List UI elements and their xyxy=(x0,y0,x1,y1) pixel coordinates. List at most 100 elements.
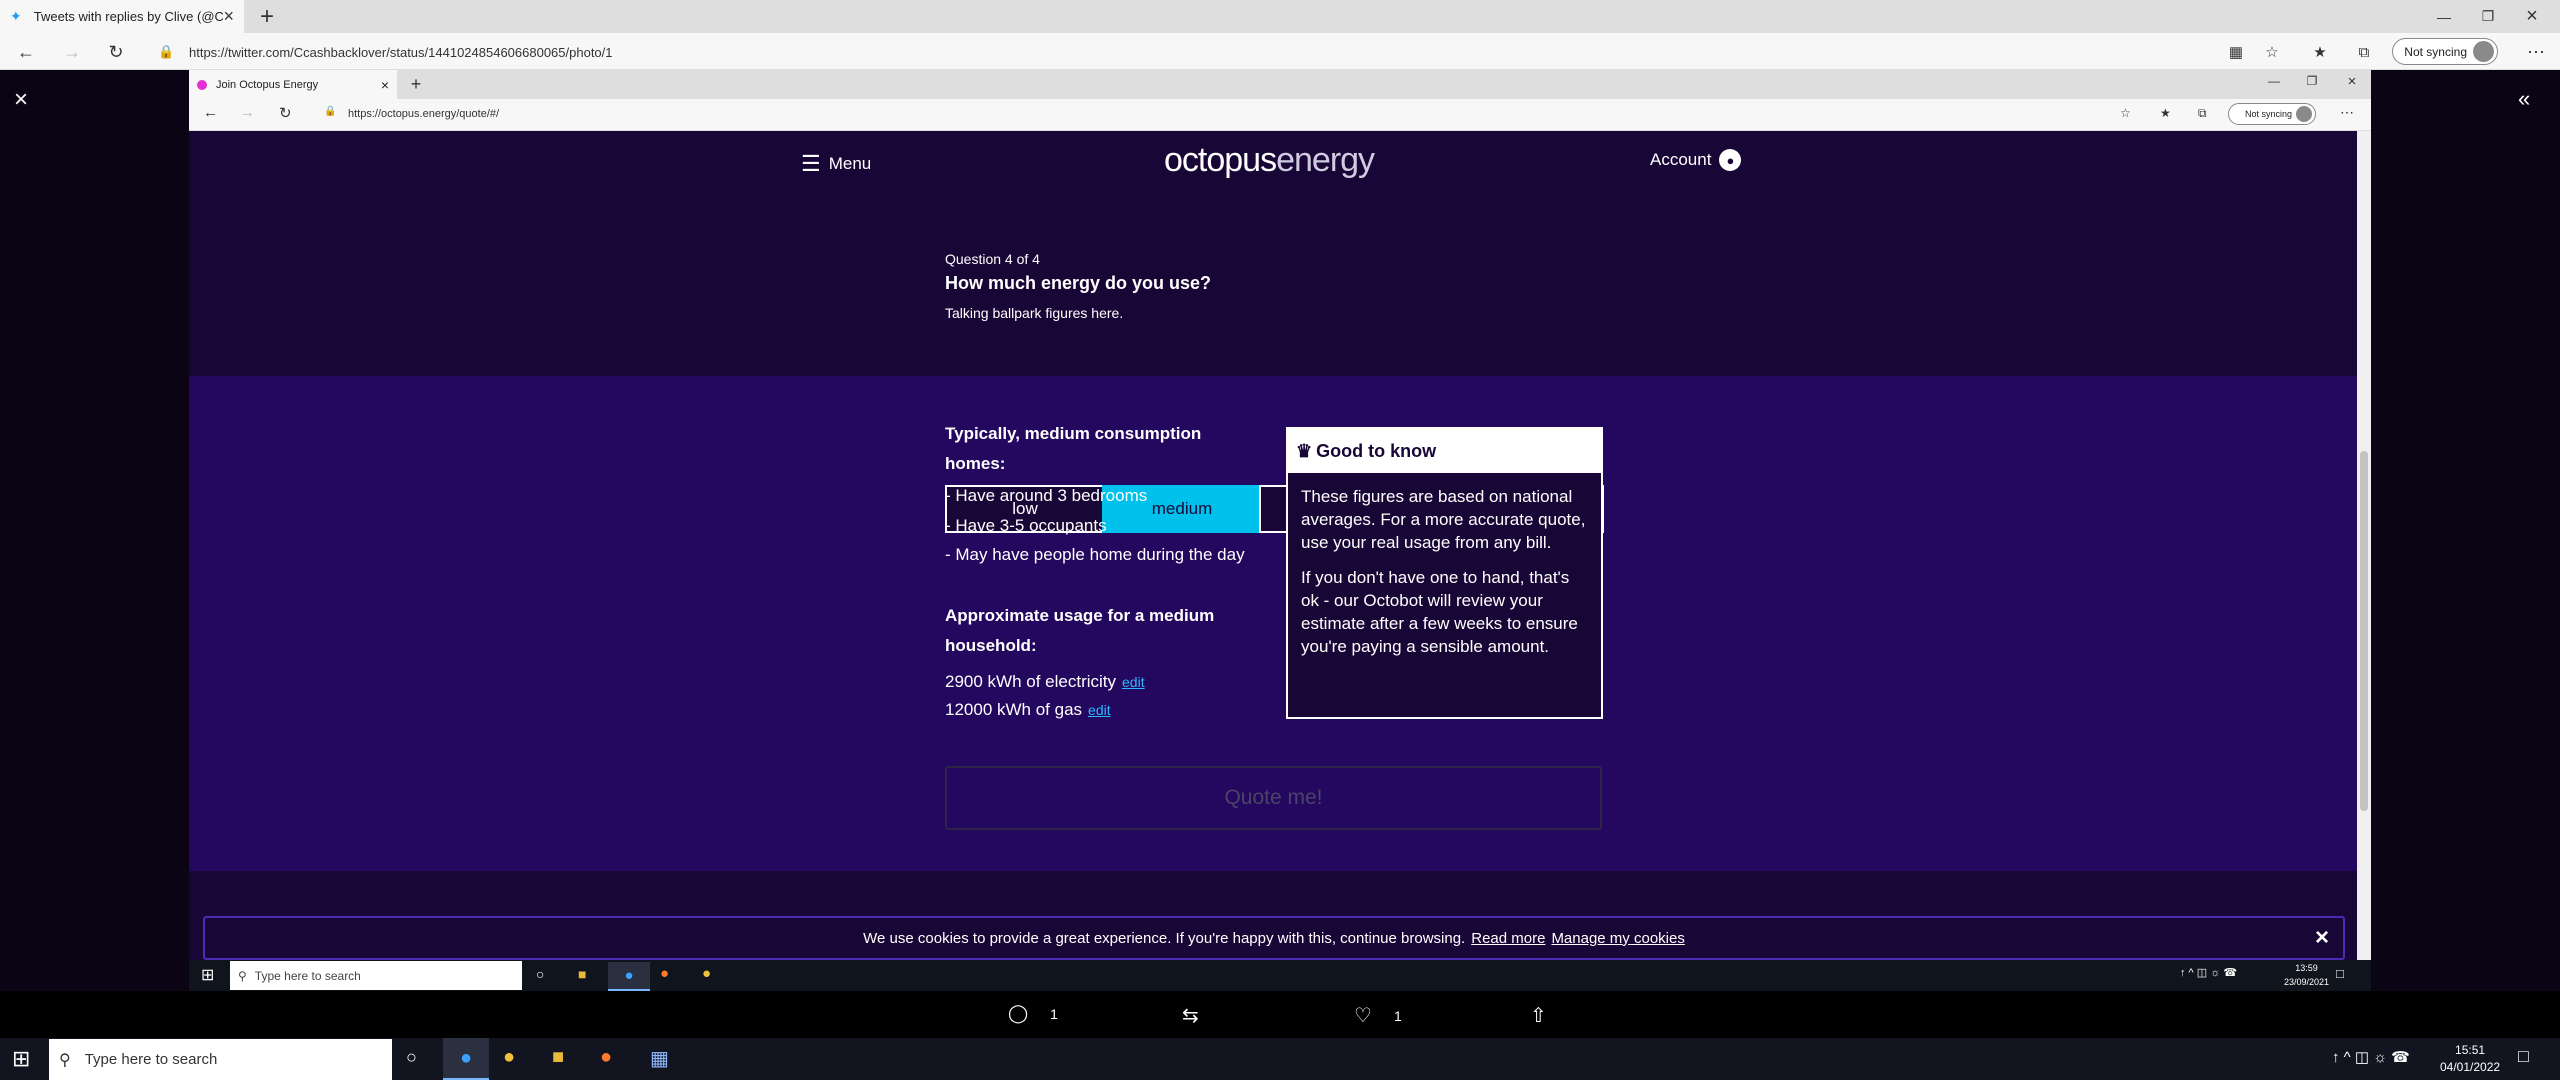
close-icon[interactable]: × xyxy=(223,6,234,27)
inner-search-box[interactable]: ⚲ Type here to search xyxy=(230,961,522,990)
expand-icon[interactable]: « xyxy=(2518,86,2530,112)
typical-item: - May have people home during the day xyxy=(945,545,1245,564)
new-tab-button[interactable]: + xyxy=(252,0,282,33)
share-icon[interactable]: ⇧ xyxy=(1530,1003,1547,1028)
inner-close-icon[interactable]: × xyxy=(381,77,389,93)
inner-window-close-icon[interactable]: × xyxy=(2330,70,2374,92)
sync-status-button[interactable]: Not syncing xyxy=(2392,38,2498,65)
cortana-icon[interactable]: ○ xyxy=(406,1047,417,1068)
calculator-icon[interactable]: ▦ xyxy=(650,1046,669,1071)
electricity-value: 2900 kWh of electricity xyxy=(945,672,1117,691)
cookie-read-more-link[interactable]: Read more xyxy=(1471,930,1545,947)
good-to-know-text-2: If you don't have one to hand, that's ok… xyxy=(1301,568,1578,656)
close-photo-icon[interactable]: × xyxy=(14,86,28,114)
inner-new-tab-button[interactable]: + xyxy=(404,70,428,99)
logo-light-text: energy xyxy=(1276,141,1375,179)
apps-icon[interactable]: ▦ xyxy=(2222,38,2250,66)
inner-refresh-icon[interactable]: ↻ xyxy=(279,104,292,122)
outer-tab-twitter[interactable]: ✦ Tweets with replies by Clive (@C × xyxy=(0,0,244,33)
user-icon: ● xyxy=(1719,149,1742,171)
inner-notification-icon[interactable]: □ xyxy=(2336,966,2344,981)
question-counter: Question 4 of 4 xyxy=(945,251,1040,267)
inner-favorites-icon[interactable]: ★ xyxy=(2160,106,2171,120)
forward-icon[interactable]: → xyxy=(58,38,86,66)
inner-start-icon[interactable]: ⊞ xyxy=(201,965,214,985)
cookie-close-icon[interactable]: × xyxy=(2315,924,2329,952)
more-icon[interactable]: ⋯ xyxy=(2522,38,2550,66)
inner-more-icon[interactable]: ⋯ xyxy=(2340,104,2354,121)
tray-icons[interactable]: ↑ ^ ◫ ☼ ☎ xyxy=(2332,1048,2410,1066)
collections-icon[interactable]: ⧉ xyxy=(2350,38,2378,66)
edit-gas-link[interactable]: edit xyxy=(1088,695,1111,725)
account-button[interactable]: Account ● xyxy=(1650,149,1742,171)
explorer-icon[interactable]: ■ xyxy=(552,1046,564,1069)
inner-forward-icon[interactable]: → xyxy=(240,104,255,121)
search-icon: ⚲ xyxy=(59,1051,71,1069)
good-to-know-text-1: These figures are based on national aver… xyxy=(1301,487,1586,552)
edit-electricity-link[interactable]: edit xyxy=(1122,667,1145,697)
logo-bold-text: octopus xyxy=(1164,141,1277,179)
typical-heading: Typically, medium consumption homes: xyxy=(945,424,1202,473)
inner-search-icon: ⚲ xyxy=(238,968,247,983)
inner-collections-icon[interactable]: ⧉ xyxy=(2198,106,2207,121)
inner-explorer-icon[interactable]: ■ xyxy=(578,966,586,982)
notification-icon[interactable]: □ xyxy=(2518,1046,2529,1067)
typical-item: - Have around 3 bedrooms xyxy=(945,486,1148,505)
lock-icon: 🔒 xyxy=(158,44,175,59)
inner-edge-taskbar-button[interactable]: ● xyxy=(608,962,650,991)
heart-icon: ♡ xyxy=(1354,1005,1372,1027)
back-icon[interactable]: ← xyxy=(12,38,40,66)
inner-favorite-add-icon[interactable]: ☆ xyxy=(2120,106,2131,120)
inner-restore-icon[interactable]: ❐ xyxy=(2290,70,2334,92)
question-title: How much energy do you use? xyxy=(945,273,1212,293)
outer-tab-bar xyxy=(0,0,2560,33)
edge-taskbar-button[interactable]: ● xyxy=(443,1038,489,1080)
inner-profile-avatar xyxy=(2296,106,2312,122)
reply-button[interactable]: ◯ 1 xyxy=(1008,1003,1058,1024)
outer-url[interactable]: https://twitter.com/Ccashbacklover/statu… xyxy=(189,45,613,60)
inner-back-icon[interactable]: ← xyxy=(203,104,218,121)
good-to-know-panel: ♛ Good to know These figures are based o… xyxy=(1286,427,1603,719)
octopus-site: ☰ Menu octopusenergy Account ● Question … xyxy=(189,131,2357,960)
like-count: 1 xyxy=(1393,1007,1402,1024)
favorites-icon[interactable]: ★ xyxy=(2306,38,2334,66)
clock[interactable]: 15:51 04/01/2022 xyxy=(2440,1042,2500,1076)
inner-tray-icons[interactable]: ↑ ^ ◫ ☼ ☎ xyxy=(2180,966,2237,979)
inner-sync-status-button[interactable]: Not syncing xyxy=(2228,103,2316,125)
twitter-icon: ✦ xyxy=(10,8,22,24)
inner-chrome-icon[interactable]: ● xyxy=(702,965,711,982)
good-to-know-title: Good to know xyxy=(1316,440,1437,461)
edge-icon: ● xyxy=(459,1047,473,1069)
profile-avatar xyxy=(2473,41,2494,62)
retweet-icon[interactable]: ⇆ xyxy=(1182,1003,1199,1028)
inner-tab-octopus[interactable]: Join Octopus Energy × xyxy=(189,70,397,99)
inner-firefox-icon[interactable]: ● xyxy=(660,965,669,982)
reply-count: 1 xyxy=(1050,1005,1058,1022)
gas-value: 12000 kWh of gas xyxy=(945,700,1083,719)
restore-icon[interactable]: ❐ xyxy=(2466,0,2510,33)
inner-clock[interactable]: 13:59 23/09/2021 xyxy=(2284,961,2329,989)
inner-address-bar xyxy=(189,99,2371,131)
inner-scrollbar-thumb[interactable] xyxy=(2360,451,2368,811)
menu-button[interactable]: ☰ Menu xyxy=(801,151,871,177)
chrome-icon[interactable]: ● xyxy=(503,1046,515,1069)
inner-scrollbar[interactable] xyxy=(2357,131,2371,960)
minimize-icon[interactable]: — xyxy=(2422,0,2466,33)
favorite-add-icon[interactable]: ☆ xyxy=(2258,38,2286,66)
window-close-icon[interactable]: × xyxy=(2510,0,2554,33)
inner-url[interactable]: https://octopus.energy/quote/#/ xyxy=(348,108,499,120)
cookie-manage-link[interactable]: Manage my cookies xyxy=(1551,930,1684,947)
start-icon[interactable]: ⊞ xyxy=(12,1046,30,1072)
quote-me-button[interactable]: Quote me! xyxy=(945,766,1602,830)
inner-cortana-icon[interactable]: ○ xyxy=(536,966,544,982)
refresh-icon[interactable]: ↻ xyxy=(102,38,130,66)
search-box[interactable]: ⚲ Type here to search xyxy=(49,1039,392,1080)
octopus-energy-logo[interactable]: octopusenergy xyxy=(1164,141,1375,180)
like-button[interactable]: ♡ 1 xyxy=(1354,1003,1402,1028)
electricity-usage: 2900 kWh of electricity edit xyxy=(945,667,1145,697)
inner-sync-label: Not syncing xyxy=(2244,109,2292,119)
inner-date: 23/09/2021 xyxy=(2284,977,2330,987)
edge-icon: ● xyxy=(624,967,634,984)
tweet-actions-bar xyxy=(0,991,2560,1038)
firefox-icon[interactable]: ● xyxy=(600,1046,612,1069)
